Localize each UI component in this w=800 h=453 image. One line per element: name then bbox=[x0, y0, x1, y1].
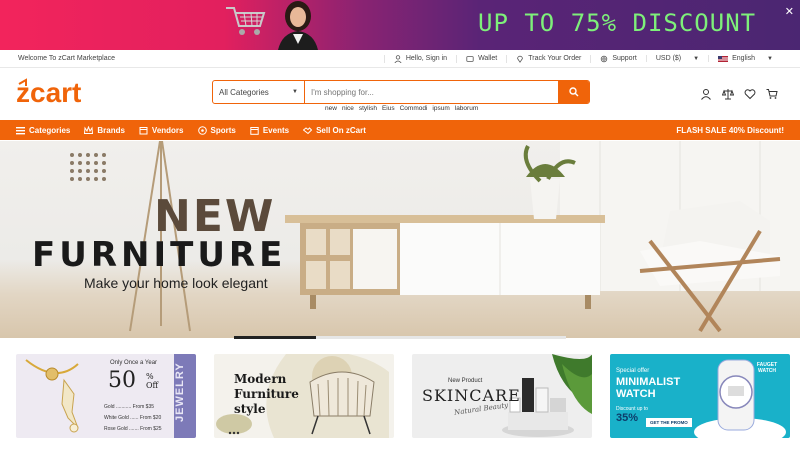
main-nav: Categories Brands Vendors Sports Events … bbox=[0, 120, 800, 140]
currency-select[interactable]: USD ($) ▼ bbox=[645, 55, 708, 62]
nav-categories[interactable]: Categories bbox=[16, 126, 70, 135]
wallet-link[interactable]: Wallet bbox=[456, 54, 506, 63]
support-link[interactable]: Support bbox=[590, 54, 646, 63]
us-flag-icon bbox=[718, 55, 729, 62]
nav-label: Sports bbox=[210, 125, 236, 135]
hero-banner[interactable]: NEW FURNITURE Make your home look elegan… bbox=[0, 141, 800, 338]
nav-label: Vendors bbox=[151, 125, 184, 135]
close-icon[interactable]: ✕ bbox=[785, 5, 794, 18]
nav-brands[interactable]: Brands bbox=[84, 125, 125, 135]
wallet-icon bbox=[466, 55, 474, 62]
price-label: Rose Gold bbox=[104, 426, 128, 432]
decorative-dots bbox=[70, 153, 106, 181]
jewelry-unit: % Off bbox=[146, 372, 159, 390]
search-tag[interactable]: new bbox=[325, 105, 337, 112]
search-tag[interactable]: laborum bbox=[455, 105, 478, 112]
search-tag[interactable]: Eius bbox=[382, 105, 395, 112]
slider-progress-active bbox=[234, 336, 316, 339]
crown-icon bbox=[84, 125, 94, 134]
search-tag[interactable]: nice bbox=[342, 105, 354, 112]
furniture-title: Modern Furniture style bbox=[234, 372, 299, 416]
calendar-icon bbox=[250, 126, 259, 135]
price-label: White Gold bbox=[104, 415, 129, 421]
header-icons bbox=[700, 88, 778, 100]
nav-sports[interactable]: Sports bbox=[197, 125, 236, 135]
handshake-icon bbox=[303, 126, 313, 134]
furniture-card[interactable]: Modern Furniture style bbox=[214, 354, 394, 438]
jewelry-vertical-label: JEWELRY bbox=[174, 362, 186, 422]
shopping-cart-icon bbox=[226, 7, 266, 35]
watch-card[interactable]: Special offer FAUGET WATCH MINIMALIST WA… bbox=[610, 354, 790, 438]
watch-small-label: Special offer bbox=[616, 368, 650, 374]
track-order-label: Track Your Order bbox=[528, 55, 582, 62]
price-value: From $35 bbox=[132, 404, 155, 410]
nav-vendors[interactable]: Vendors bbox=[139, 126, 184, 135]
skincare-small-label: New Product bbox=[448, 378, 483, 384]
nav-events[interactable]: Events bbox=[250, 126, 289, 135]
search-tags: new nice stylish Eius Commodi ipsum labo… bbox=[325, 105, 478, 112]
watch-title: MINIMALIST WATCH bbox=[616, 376, 681, 400]
nav-label: Events bbox=[262, 125, 290, 135]
watch-corner-label: FAUGET WATCH bbox=[756, 362, 778, 374]
store-icon bbox=[139, 126, 148, 134]
hero-subtitle: Make your home look elegant bbox=[84, 275, 268, 291]
promo-banner[interactable]: UP TO 75% DISCOUNT ✕ bbox=[0, 0, 800, 50]
search-input[interactable] bbox=[305, 81, 558, 103]
search-tag[interactable]: ipsum bbox=[432, 105, 449, 112]
account-icon[interactable] bbox=[700, 88, 712, 100]
watch-discount-value: 35% bbox=[616, 412, 639, 424]
welcome-text: Welcome To zCart Marketplace bbox=[18, 55, 115, 62]
top-bar: Welcome To zCart Marketplace Hello, Sign… bbox=[0, 50, 800, 68]
jewelry-card[interactable]: Only Once a Year 50 % Off JEWELRY Gold .… bbox=[16, 354, 196, 438]
heart-icon[interactable] bbox=[744, 88, 756, 100]
price-value: From $25 bbox=[140, 426, 162, 432]
get-promo-button[interactable]: GET THE PROMO bbox=[646, 418, 692, 427]
hero-title-furniture: FURNITURE bbox=[32, 235, 287, 275]
category-value: All Categories bbox=[219, 87, 269, 97]
nav-label: Brands bbox=[97, 125, 125, 135]
menu-icon bbox=[16, 126, 25, 134]
chevron-down-icon: ▼ bbox=[292, 89, 298, 95]
skincare-card[interactable]: New Product SKINCARE Natural Beauty bbox=[412, 354, 592, 438]
cart-icon[interactable] bbox=[766, 88, 778, 100]
currency-value: USD ($) bbox=[655, 55, 682, 62]
category-select[interactable]: All Categories ▼ bbox=[213, 81, 305, 103]
search-button[interactable] bbox=[558, 81, 589, 103]
price-label: Gold bbox=[104, 404, 115, 410]
promo-cards: Only Once a Year 50 % Off JEWELRY Gold .… bbox=[16, 354, 790, 438]
promo-model-image bbox=[278, 1, 318, 50]
nav-label: Categories bbox=[29, 125, 71, 135]
language-select[interactable]: English ▼ bbox=[708, 55, 782, 62]
wallet-label: Wallet bbox=[478, 55, 498, 62]
signin-label: Hello, Sign in bbox=[405, 55, 448, 62]
compare-icon[interactable] bbox=[722, 88, 734, 100]
jewelry-price-list: Gold ........... From $35 White Gold ...… bbox=[104, 404, 162, 432]
chevron-down-icon: ▼ bbox=[693, 55, 700, 62]
jewelry-tagline: Only Once a Year bbox=[110, 360, 158, 366]
zcart-logo[interactable]: zcart bbox=[16, 78, 108, 108]
search-bar: All Categories ▼ bbox=[212, 80, 590, 104]
map-pin-icon bbox=[517, 55, 524, 63]
jewelry-big-number: 50 bbox=[108, 368, 136, 393]
ball-icon bbox=[197, 125, 207, 135]
search-tag[interactable]: Commodi bbox=[400, 105, 428, 112]
slider-progress[interactable] bbox=[234, 336, 566, 339]
support-label: Support bbox=[612, 55, 637, 62]
nav-sell[interactable]: Sell On zCart bbox=[303, 126, 366, 135]
support-icon bbox=[601, 55, 608, 62]
signin-link[interactable]: Hello, Sign in bbox=[383, 54, 456, 63]
search-tag[interactable]: stylish bbox=[359, 105, 377, 112]
search-icon bbox=[568, 87, 578, 97]
language-value: English bbox=[732, 55, 756, 62]
track-order-link[interactable]: Track Your Order bbox=[506, 54, 590, 63]
flash-sale-link[interactable]: FLASH SALE 40% Discount! bbox=[676, 126, 784, 135]
chevron-down-icon: ▼ bbox=[767, 55, 773, 62]
promo-text: UP TO 75% DISCOUNT bbox=[478, 9, 757, 37]
price-value: From $20 bbox=[139, 415, 162, 421]
user-icon bbox=[394, 54, 402, 63]
nav-label: Sell On zCart bbox=[316, 125, 366, 135]
